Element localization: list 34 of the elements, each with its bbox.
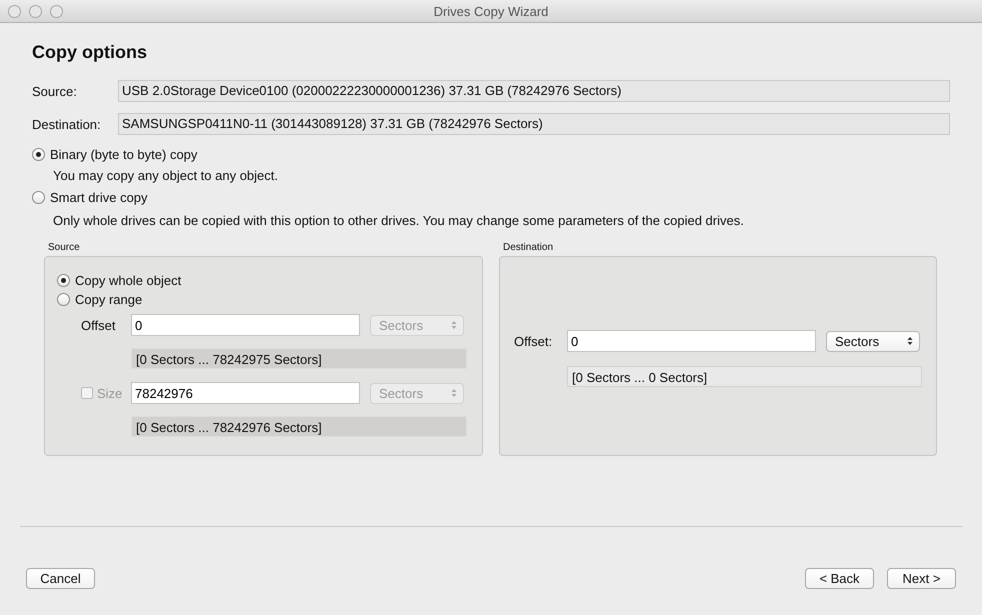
page-heading: Copy options bbox=[32, 42, 148, 64]
radio-option[interactable]: Copy range bbox=[57, 290, 482, 309]
wizard-button[interactable]: < Back bbox=[805, 568, 874, 589]
radio-option[interactable]: Copy whole object bbox=[57, 271, 482, 290]
option-description: Only whole drives can be copied with this option to other drives. You may change some parameters of the copied drives. bbox=[53, 213, 745, 228]
range-display: [0 Sectors ... 78242976 Sectors] bbox=[131, 416, 467, 437]
field-label: Size bbox=[97, 386, 122, 400]
input-field[interactable]: 78242976 bbox=[131, 382, 360, 404]
stepper-icon bbox=[907, 336, 913, 346]
field-label: Offset: bbox=[514, 334, 554, 348]
checkbox[interactable] bbox=[81, 387, 93, 399]
window-title: Drives Copy Wizard bbox=[434, 4, 548, 18]
close-button[interactable] bbox=[8, 4, 21, 18]
stepper-icon bbox=[451, 388, 457, 398]
wizard-button[interactable]: Next > bbox=[887, 568, 956, 589]
unit-dropdown[interactable]: Sectors bbox=[826, 330, 920, 352]
range-display: [0 Sectors ... 0 Sectors] bbox=[567, 366, 922, 387]
input-field[interactable]: 0 bbox=[131, 314, 360, 336]
stepper-icon bbox=[451, 320, 457, 330]
input-field[interactable]: 0 bbox=[567, 330, 816, 352]
option-description: You may copy any object to any object. bbox=[53, 168, 279, 183]
cancel-button[interactable]: Cancel bbox=[26, 568, 95, 589]
range-display: [0 Sectors ... 78242975 Sectors] bbox=[131, 348, 467, 369]
group-title: Source bbox=[47, 242, 81, 254]
radio-option[interactable]: Binary (byte to byte) copy bbox=[32, 147, 198, 162]
field-label: Source: bbox=[32, 84, 78, 98]
zoom-button[interactable] bbox=[50, 4, 63, 18]
radio-option[interactable]: Smart drive copy bbox=[32, 190, 148, 205]
minimize-button[interactable] bbox=[29, 4, 42, 18]
field-label: Destination: bbox=[32, 116, 102, 132]
info-field: SAMSUNGSP0411N0-11 (301443089128) 37.31 GB (78242976 Sectors) bbox=[118, 113, 950, 135]
info-field: USB 2.0Storage Device0100 (02000222230000001236) 37.31 GB (78242976 Sectors) bbox=[118, 80, 950, 102]
field-label: Offset bbox=[81, 318, 116, 332]
group-title: Destination bbox=[502, 242, 554, 254]
